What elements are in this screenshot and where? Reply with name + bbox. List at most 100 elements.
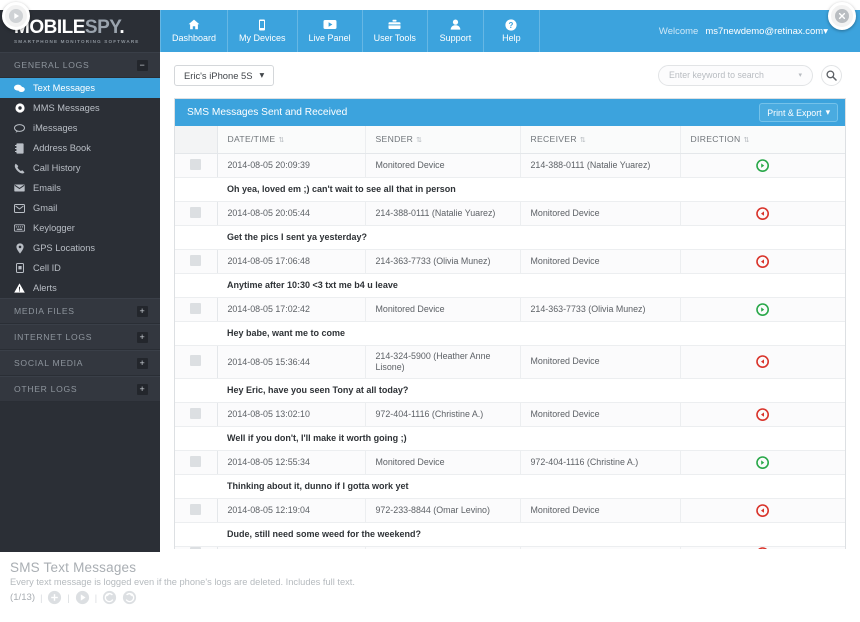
sidebar-item-label: iMessages [33, 123, 77, 133]
row-checkbox[interactable] [190, 303, 201, 314]
home-icon [188, 18, 200, 31]
table-row[interactable]: 2014-08-05 12:55:34Monitored Device972-4… [175, 450, 845, 474]
device-selector-dropdown[interactable]: Eric's iPhone 5S ▾ [174, 65, 274, 86]
message-text: Hey babe, want me to come [175, 321, 845, 345]
sidebar-item-mms-messages[interactable]: MMS Messages [0, 98, 160, 118]
row-checkbox-cell[interactable] [175, 153, 217, 177]
sort-icon: ⇅ [743, 137, 749, 144]
search-box[interactable]: ▾ [658, 65, 813, 86]
sidebar-item-label: GPS Locations [33, 243, 95, 253]
phone-handset-icon [14, 163, 25, 174]
row-checkbox-cell[interactable] [175, 345, 217, 378]
row-checkbox-cell[interactable] [175, 402, 217, 426]
video-close-overlay-button[interactable] [828, 2, 856, 30]
sidebar-item-keylogger[interactable]: Keylogger [0, 218, 160, 238]
sidebar-item-label: Text Messages [33, 83, 95, 93]
close-icon [835, 9, 849, 23]
column-header-sender[interactable]: SENDER⇅ [365, 126, 520, 153]
row-checkbox[interactable] [190, 355, 201, 366]
column-header-direction[interactable]: DIRECTION⇅ [680, 126, 845, 153]
table-row[interactable]: 2014-08-05 12:19:04972-233-8844 (Omar Le… [175, 498, 845, 522]
nav-item-dashboard[interactable]: Dashboard [160, 10, 228, 52]
speech-bubble-icon [14, 124, 25, 133]
expand-icon[interactable]: + [137, 332, 148, 343]
table-row[interactable]: 2014-08-05 20:09:39Monitored Device214-3… [175, 153, 845, 177]
user-icon [450, 18, 461, 31]
sidebar-group-social-media[interactable]: SOCIAL MEDIA + [0, 350, 160, 376]
cell-sender: 214-388-0111 (Natalie Yuarez) [365, 201, 520, 225]
video-play-overlay-button[interactable] [2, 2, 30, 30]
sidebar-item-gmail[interactable]: Gmail [0, 198, 160, 218]
row-checkbox[interactable] [190, 456, 201, 467]
table-row[interactable]: 2014-08-05 17:06:48214-363-7733 (Olivia … [175, 249, 845, 273]
column-header-datetime[interactable]: DATE/TIME⇅ [217, 126, 365, 153]
cell-sender: 214-324-5900 (Heather Anne Lisone) [365, 345, 520, 378]
account-email[interactable]: ms7newdemo@retinax.com▾ [705, 26, 828, 37]
sidebar-item-gps-locations[interactable]: GPS Locations [0, 238, 160, 258]
cell-sender [365, 546, 520, 549]
row-checkbox[interactable] [190, 408, 201, 419]
row-checkbox[interactable] [190, 159, 201, 170]
sidebar-item-address-book[interactable]: Address Book [0, 138, 160, 158]
search-button[interactable] [821, 65, 842, 86]
nav-item-user-tools[interactable]: User Tools [363, 10, 428, 52]
expand-icon[interactable]: + [137, 384, 148, 395]
row-checkbox[interactable] [190, 207, 201, 218]
search-input[interactable] [669, 70, 798, 80]
table-row[interactable]: 2014-08-05 15:36:44214-324-5900 (Heather… [175, 345, 845, 378]
chevron-down-icon[interactable]: ▾ [798, 71, 802, 79]
sidebar-item-emails[interactable]: Emails [0, 178, 160, 198]
cell-datetime: 2014-08-05 17:06:48 [217, 249, 365, 273]
content-toolbar: Eric's iPhone 5S ▾ ▾ [160, 52, 860, 98]
nav-item-live-panel[interactable]: Live Panel [298, 10, 363, 52]
expand-icon[interactable]: + [137, 358, 148, 369]
row-checkbox[interactable] [190, 255, 201, 266]
sidebar-item-cell-id[interactable]: Cell ID [0, 258, 160, 278]
table-row[interactable]: 2014-08-05 17:02:42Monitored Device214-3… [175, 297, 845, 321]
collapse-icon[interactable]: − [137, 60, 148, 71]
row-checkbox-cell[interactable] [175, 249, 217, 273]
nav-item-support[interactable]: Support [428, 10, 484, 52]
sidebar-group-media-files[interactable]: MEDIA FILES + [0, 298, 160, 324]
row-checkbox[interactable] [190, 504, 201, 515]
message-row: Hey Eric, have you seen Tony at all toda… [175, 378, 845, 402]
print-export-button[interactable]: Print & Export ▾ [759, 103, 838, 122]
sidebar-item-imessages[interactable]: iMessages [0, 118, 160, 138]
row-checkbox-cell[interactable] [175, 201, 217, 225]
direction-incoming-icon [756, 504, 769, 517]
sidebar-group-internet-logs[interactable]: INTERNET LOGS + [0, 324, 160, 350]
table-row[interactable]: 2014-08-05 13:02:10972-404-1116 (Christi… [175, 402, 845, 426]
sidebar-group-general-logs[interactable]: GENERAL LOGS − [0, 52, 160, 78]
chevron-down-icon: ▾ [826, 107, 830, 118]
direction-incoming-icon [756, 255, 769, 268]
row-checkbox-cell[interactable] [175, 297, 217, 321]
row-checkbox-cell[interactable] [175, 498, 217, 522]
separator: | [67, 593, 69, 603]
sidebar-item-text-messages[interactable]: Text Messages [0, 78, 160, 98]
column-header-receiver[interactable]: RECEIVER⇅ [520, 126, 680, 153]
expand-icon[interactable]: + [137, 306, 148, 317]
envelope-icon [14, 184, 25, 192]
row-checkbox-cell[interactable] [175, 546, 217, 549]
search-icon [826, 70, 837, 81]
refresh-circle-icon[interactable] [122, 590, 137, 605]
table-row[interactable]: 2014-08-05 20:05:44214-388-0111 (Natalie… [175, 201, 845, 225]
table-row-partial[interactable] [175, 546, 845, 549]
select-all-column[interactable] [175, 126, 217, 153]
nav-item-my-devices[interactable]: My Devices [228, 10, 298, 52]
brand-tagline: SMARTPHONE MONITORING SOFTWARE [14, 39, 160, 44]
sidebar-item-alerts[interactable]: Alerts [0, 278, 160, 298]
rewind-circle-icon[interactable] [102, 590, 117, 605]
row-checkbox[interactable] [190, 547, 201, 550]
message-row: Well if you don't, I'll make it worth go… [175, 426, 845, 450]
sidebar-group-other-logs[interactable]: OTHER LOGS + [0, 376, 160, 402]
nav-item-help[interactable]: ? Help [484, 10, 540, 52]
panel-header: SMS Messages Sent and Received Print & E… [175, 99, 845, 126]
row-checkbox-cell[interactable] [175, 450, 217, 474]
play-circle-icon[interactable] [75, 590, 90, 605]
message-text: Hey Eric, have you seen Tony at all toda… [175, 378, 845, 402]
plus-circle-icon[interactable] [47, 590, 62, 605]
sidebar-group-label: MEDIA FILES [14, 306, 75, 316]
brand-name-secondary: SPY [85, 17, 119, 38]
sidebar-item-call-history[interactable]: Call History [0, 158, 160, 178]
